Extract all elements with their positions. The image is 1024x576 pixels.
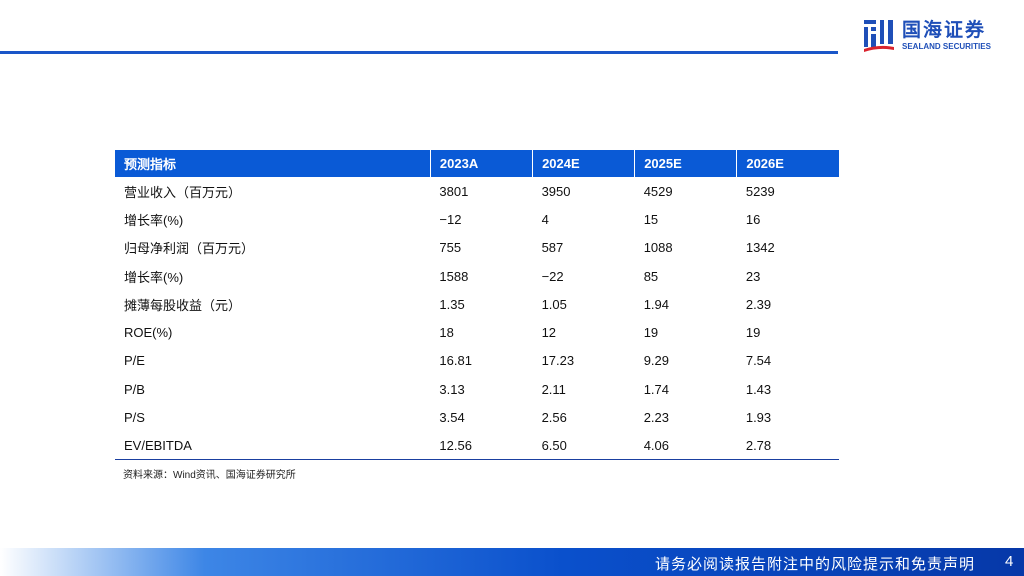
cell-value: 2.56	[541, 410, 567, 426]
forecast-table: 预测指标 2023A 2024E 2025E 2026E 营业收入（百万元） 38…	[115, 150, 839, 461]
column-header: 2026E	[736, 150, 839, 177]
row-label: 营业收入（百万元）	[124, 184, 242, 200]
cell-value: 587	[541, 240, 564, 256]
row-label: EV/EBITDA	[115, 431, 431, 461]
table-row: P/B 3.13 2.11 1.74 1.43	[115, 375, 839, 403]
cell-value: 12.56	[430, 431, 533, 461]
cell-value: 7.54	[745, 353, 772, 369]
cell-value: 1.93	[745, 410, 772, 426]
cell-value: 2.11	[541, 381, 566, 397]
row-label: 归母净利润（百万元）	[124, 241, 255, 257]
cell-value: 3801	[439, 183, 469, 199]
cell-value: −22	[541, 268, 564, 284]
table-row: 营业收入（百万元） 3801 3950 4529 5239	[115, 177, 839, 205]
table-row: ROE(%) 18 12 19 19	[115, 318, 839, 346]
cell-value: 3950	[541, 183, 571, 199]
column-header: 预测指标	[115, 150, 431, 177]
footer-bar: 请务必阅读报告附注中的风险提示和免责声明 4	[0, 548, 1024, 576]
table-row: 增长率(%) 1588 −22 85 23	[115, 262, 839, 290]
cell-value: 19	[643, 325, 659, 341]
cell-value: 2.39	[745, 296, 772, 312]
cell-value: 4529	[643, 183, 673, 199]
column-header: 2023A	[429, 150, 533, 177]
header-divider	[0, 51, 838, 54]
table-row: P/E 16.81 17.23 9.29 7.54	[115, 347, 839, 375]
table-row: 摊薄每股收益（元） 1.35 1.05 1.94 2.39	[115, 290, 839, 318]
cell-value: 4.06	[634, 431, 737, 461]
table-header-row: 预测指标 2023A 2024E 2025E 2026E	[115, 150, 839, 177]
row-label: P/S	[124, 410, 145, 426]
row-label: ROE(%)	[124, 325, 173, 341]
row-label: 增长率(%)	[124, 269, 184, 285]
cell-value: 2.78	[736, 431, 839, 461]
table-row: 增长率(%) −12 4 15 16	[115, 205, 839, 233]
cell-value: 17.23	[541, 353, 575, 369]
cell-value: 16	[745, 211, 761, 227]
cell-value: 5239	[745, 183, 775, 199]
cell-value: 1.43	[745, 381, 772, 397]
cell-value: 15	[643, 211, 659, 227]
cell-value: 3.54	[439, 410, 465, 426]
cell-value: 1.94	[643, 296, 670, 312]
cell-value: 18	[439, 325, 454, 341]
disclaimer-text: 请务必阅读报告附注中的风险提示和免责声明	[655, 556, 976, 573]
cell-value: 4	[541, 211, 549, 227]
cell-value: 755	[439, 240, 462, 256]
table-row: P/S 3.54 2.56 2.23 1.93	[115, 403, 839, 431]
page-number: 4	[1005, 553, 1014, 570]
cell-value: 1342	[745, 240, 775, 256]
cell-value: −12	[439, 211, 462, 227]
column-header: 2024E	[532, 150, 635, 177]
cell-value: 1.35	[439, 296, 465, 312]
cell-value: 1088	[643, 240, 673, 256]
cell-value: 12	[541, 325, 557, 341]
cell-value: 85	[643, 268, 659, 284]
cell-value: 2.23	[643, 410, 670, 426]
cell-value: 3.13	[439, 381, 465, 397]
row-label: P/B	[124, 381, 145, 397]
row-label: P/E	[124, 353, 145, 369]
cell-value: 9.29	[643, 353, 670, 369]
cell-value: 16.81	[439, 353, 472, 369]
cell-value: 19	[745, 325, 761, 341]
row-label: 摊薄每股收益（元）	[124, 297, 242, 313]
row-label: 增长率(%)	[124, 212, 184, 228]
column-header: 2025E	[634, 150, 737, 177]
sealand-logo-icon	[864, 20, 894, 52]
cell-value: 1.74	[643, 381, 670, 397]
source-note: 资料来源：Wind资讯、国海证券研究所	[123, 470, 296, 481]
cell-value: 6.50	[532, 431, 635, 461]
cell-value: 1.05	[541, 296, 567, 312]
cell-value: 1588	[439, 268, 469, 284]
brand-logo: 国海证券 SEALAND SECURITIES	[862, 18, 991, 54]
brand-name-cn: 国海证券	[902, 20, 987, 41]
table-row: 归母净利润（百万元） 755 587 1088 1342	[115, 234, 839, 262]
cell-value: 23	[745, 268, 761, 284]
table-row: EV/EBITDA 12.56 6.50 4.06 2.78	[115, 431, 839, 461]
brand-name-en: SEALAND SECURITIES	[902, 42, 991, 51]
